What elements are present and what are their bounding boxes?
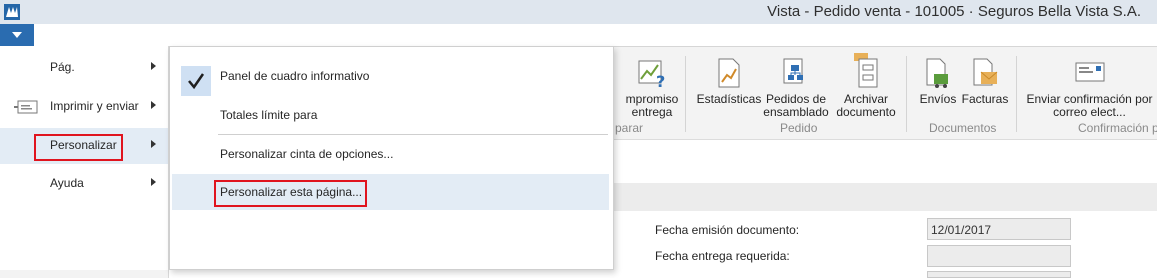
file-menu-item-help[interactable]: Ayuda bbox=[0, 166, 168, 202]
ribbon-invoices-label: Facturas bbox=[961, 92, 1009, 106]
requested-delivery-field[interactable] bbox=[927, 245, 1071, 267]
chevron-right-icon bbox=[151, 101, 156, 109]
file-menu-item-print-send[interactable]: Imprimir y enviar bbox=[0, 89, 168, 125]
submenu-item-limit-totals[interactable]: Totales límite para bbox=[172, 97, 609, 133]
submenu-separator bbox=[218, 134, 608, 135]
field-label-requested-delivery: Fecha entrega requerida: bbox=[655, 249, 790, 263]
group-label-documents: Documentos bbox=[929, 121, 997, 135]
ribbon-commitment-button[interactable]: ? mpromiso entrega bbox=[620, 57, 684, 119]
archive-icon bbox=[851, 51, 881, 89]
ribbon-email-confirmation-button[interactable]: Enviar confirmación por correo elect... bbox=[1022, 57, 1157, 119]
submenu-item-label: Personalizar cinta de opciones... bbox=[220, 147, 394, 161]
chevron-right-icon bbox=[151, 178, 156, 186]
checkmark-icon bbox=[181, 66, 211, 96]
form-field-partial bbox=[927, 271, 1071, 278]
ribbon-statistics-label: Estadísticas bbox=[696, 92, 762, 106]
field-label-issue-date: Fecha emisión documento: bbox=[655, 223, 800, 237]
ribbon-email-label2: correo elect... bbox=[1053, 105, 1126, 119]
ribbon-statistics-button[interactable]: Estadísticas bbox=[696, 57, 762, 106]
group-label-order: Pedido bbox=[780, 121, 818, 135]
ribbon-separator bbox=[906, 56, 907, 132]
issue-date-field[interactable]: 12/01/2017 bbox=[927, 218, 1071, 240]
ribbon: ? mpromiso entrega Estadísticas Pedidos … bbox=[612, 47, 1157, 140]
ribbon-shipments-label: Envíos bbox=[919, 92, 957, 106]
statistics-icon bbox=[716, 57, 742, 89]
form-section-header bbox=[612, 183, 1157, 211]
customize-submenu: Panel de cuadro informativo Totales lími… bbox=[169, 46, 614, 270]
svg-text:?: ? bbox=[656, 72, 665, 89]
app-logo-icon bbox=[4, 4, 20, 20]
file-menu-button[interactable] bbox=[0, 24, 34, 46]
submenu-item-label: Panel de cuadro informativo bbox=[220, 69, 370, 83]
print-send-icon bbox=[14, 100, 38, 117]
highlight-box-customize bbox=[34, 134, 123, 161]
invoices-icon bbox=[971, 57, 999, 89]
chart-question-icon: ? bbox=[636, 57, 668, 91]
ribbon-archive-button[interactable]: Archivar documento bbox=[834, 51, 898, 119]
chevron-right-icon bbox=[151, 62, 156, 70]
ribbon-separator bbox=[685, 56, 686, 132]
ribbon-assembly-orders-button[interactable]: Pedidos de ensamblado bbox=[762, 57, 830, 119]
submenu-item-customize-ribbon[interactable]: Personalizar cinta de opciones... bbox=[172, 136, 609, 172]
ribbon-commitment-label2: entrega bbox=[631, 105, 673, 119]
shipments-icon bbox=[924, 57, 952, 89]
file-menu-item-label: Ayuda bbox=[50, 176, 84, 190]
file-menu-item-page[interactable]: Pág. bbox=[0, 50, 168, 86]
highlight-box-customize-page bbox=[214, 180, 367, 207]
group-label-compare: parar bbox=[615, 121, 644, 135]
window-title: Vista - Pedido venta - 101005 · Seguros … bbox=[767, 3, 1141, 20]
assembly-orders-icon bbox=[782, 57, 810, 89]
file-menu-item-label: Pág. bbox=[50, 60, 75, 74]
submenu-item-label: Totales límite para bbox=[220, 108, 318, 122]
ribbon-shipments-button[interactable]: Envíos bbox=[916, 57, 960, 106]
file-menu-footer bbox=[0, 270, 168, 278]
ribbon-archive-label2: documento bbox=[836, 105, 896, 119]
ribbon-invoices-button[interactable]: Facturas bbox=[960, 57, 1010, 106]
ribbon-assembly-label2: ensamblado bbox=[763, 105, 829, 119]
file-menu-item-label: Imprimir y enviar bbox=[50, 99, 139, 113]
group-label-confirmation: Confirmación p bbox=[1078, 121, 1157, 135]
submenu-item-factbox-pane[interactable]: Panel de cuadro informativo bbox=[172, 57, 609, 96]
chevron-right-icon bbox=[151, 140, 156, 148]
file-menu: Pág. Imprimir y enviar Personalizar Ayud… bbox=[0, 46, 169, 278]
chevron-down-icon bbox=[12, 32, 22, 38]
menu-strip bbox=[0, 24, 1157, 47]
email-confirmation-icon bbox=[1074, 57, 1106, 89]
ribbon-separator bbox=[1016, 56, 1017, 132]
